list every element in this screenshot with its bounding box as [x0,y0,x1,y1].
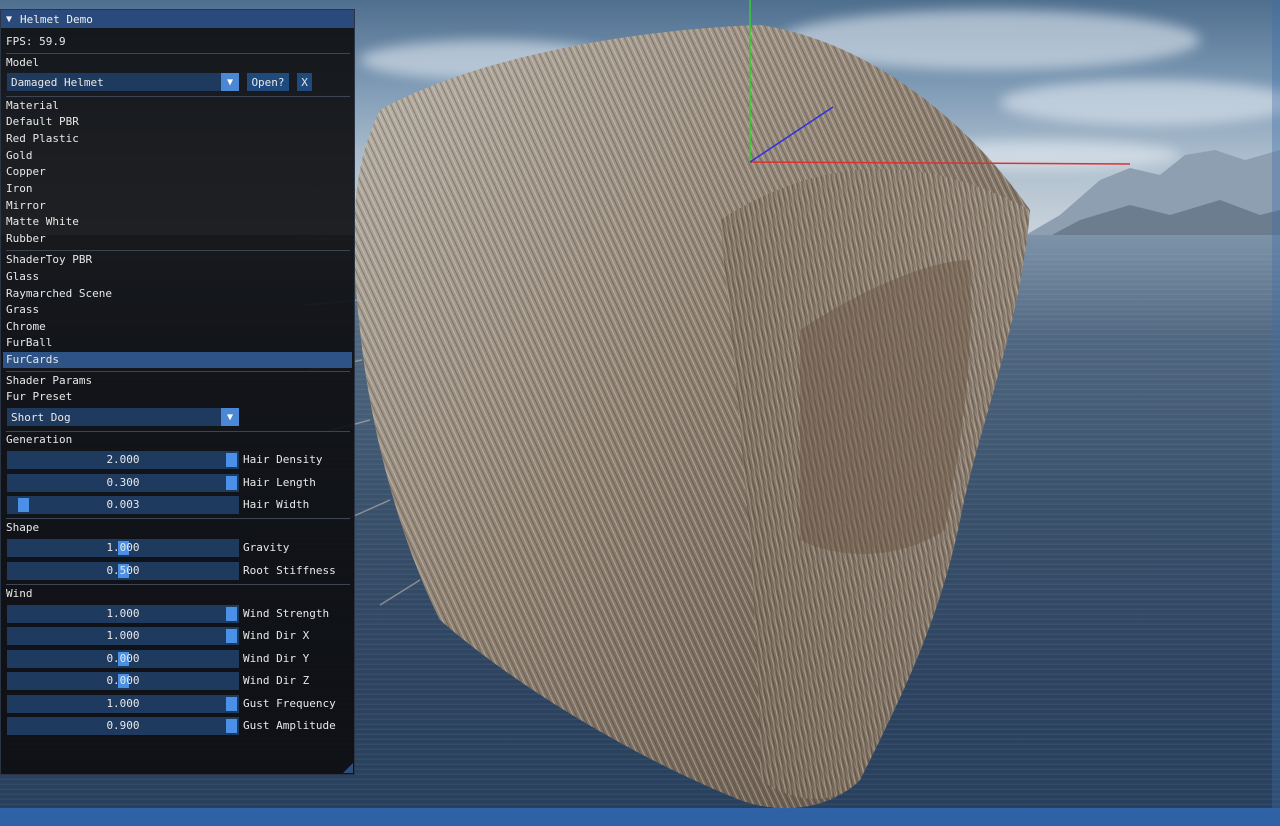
slider-value: 1.000 [106,629,140,642]
separator [6,518,350,519]
gust-frequency-slider[interactable]: 1.000 [7,695,239,713]
shader-item-raymarched-scene[interactable]: Raymarched Scene [6,286,112,302]
slider-value: 0.003 [106,498,140,511]
open-model-button[interactable]: Open? [247,73,289,91]
gravity-slider[interactable]: 1.000 [7,539,239,557]
fur-preset-value: Short Dog [11,410,71,424]
material-item-copper[interactable]: Copper [6,164,46,180]
slider-value: 0.300 [106,476,140,489]
slider-label: Hair Density [243,453,323,466]
generation-header: Generation [6,433,73,446]
slider-value: 1.000 [106,541,140,554]
chevron-down-icon[interactable]: ▼ [221,73,239,91]
slider-label: Hair Length [243,476,316,489]
separator [6,371,350,372]
resize-grip-icon[interactable] [343,763,353,773]
slider-value: 0.900 [106,719,140,732]
hair-length-slider[interactable]: 0.300 [7,474,239,492]
shader-item-furball[interactable]: FurBall [6,335,52,351]
material-item-red-plastic[interactable]: Red Plastic [6,131,79,147]
fur-preset-label: Fur Preset [6,390,73,403]
window-titlebar[interactable]: ▼ Helmet Demo [1,10,354,28]
window-title: Helmet Demo [20,12,93,26]
slider-label: Gravity [243,541,290,554]
root-stiffness-slider[interactable]: 0.500 [7,562,239,580]
slider-value: 0.000 [106,674,140,687]
slider-label: Wind Dir Y [243,652,310,665]
gust-amplitude-slider[interactable]: 0.900 [7,717,239,735]
wind-dir-z-slider[interactable]: 0.000 [7,672,239,690]
helmet-demo-window[interactable]: ▼ Helmet Demo FPS: 59.9 Model Damaged He… [0,9,355,775]
fur-preset-combo[interactable]: Short Dog ▼ [7,408,239,426]
material-header: Material [6,99,59,112]
collapse-arrow-icon[interactable]: ▼ [6,14,12,25]
material-item-gold[interactable]: Gold [6,148,33,164]
slider-value: 1.000 [106,697,140,710]
model-combo-value: Damaged Helmet [11,75,104,89]
material-item-matte-white[interactable]: Matte White [6,214,79,230]
separator [6,584,350,585]
shader-item-chrome[interactable]: Chrome [6,319,46,335]
model-header: Model [6,56,40,69]
slider-label: Wind Dir Z [243,674,310,687]
shader-item-shadertoy-pbr[interactable]: ShaderToy PBR [6,252,92,268]
wind-strength-slider[interactable]: 1.000 [7,605,239,623]
separator [6,431,350,432]
slider-label: Gust Amplitude [243,719,336,732]
material-item-mirror[interactable]: Mirror [6,198,46,214]
slider-value: 0.000 [106,652,140,665]
separator [6,250,350,251]
slider-label: Gust Frequency [243,697,336,710]
shape-header: Shape [6,521,40,534]
separator [6,96,350,97]
slider-value: 2.000 [106,453,140,466]
shader-item-glass[interactable]: Glass [6,269,39,285]
slider-label: Hair Width [243,498,310,511]
fps-readout: FPS: 59.9 [6,35,66,48]
slider-value: 1.000 [106,607,140,620]
model-combo[interactable]: Damaged Helmet ▼ [7,73,239,91]
wind-dir-x-slider[interactable]: 1.000 [7,627,239,645]
slider-label: Wind Dir X [243,629,310,642]
shader-item-furcards[interactable]: FurCards [3,352,352,368]
material-item-iron[interactable]: Iron [6,181,33,197]
bottom-status-bar [0,808,1280,826]
shader-item-grass[interactable]: Grass [6,302,39,318]
wind-dir-y-slider[interactable]: 0.000 [7,650,239,668]
material-item-rubber[interactable]: Rubber [6,231,46,247]
chevron-down-icon[interactable]: ▼ [221,408,239,426]
close-model-button[interactable]: X [297,73,312,91]
slider-value: 0.500 [106,564,140,577]
hair-width-slider[interactable]: 0.003 [7,496,239,514]
material-item-default-pbr[interactable]: Default PBR [6,114,79,130]
viewport-scrollbar[interactable] [1272,0,1280,808]
separator [6,53,350,54]
hair-density-slider[interactable]: 2.000 [7,451,239,469]
slider-label: Wind Strength [243,607,330,620]
wind-header: Wind [6,587,33,600]
slider-label: Root Stiffness [243,564,336,577]
shader-params-header: Shader Params [6,374,93,387]
